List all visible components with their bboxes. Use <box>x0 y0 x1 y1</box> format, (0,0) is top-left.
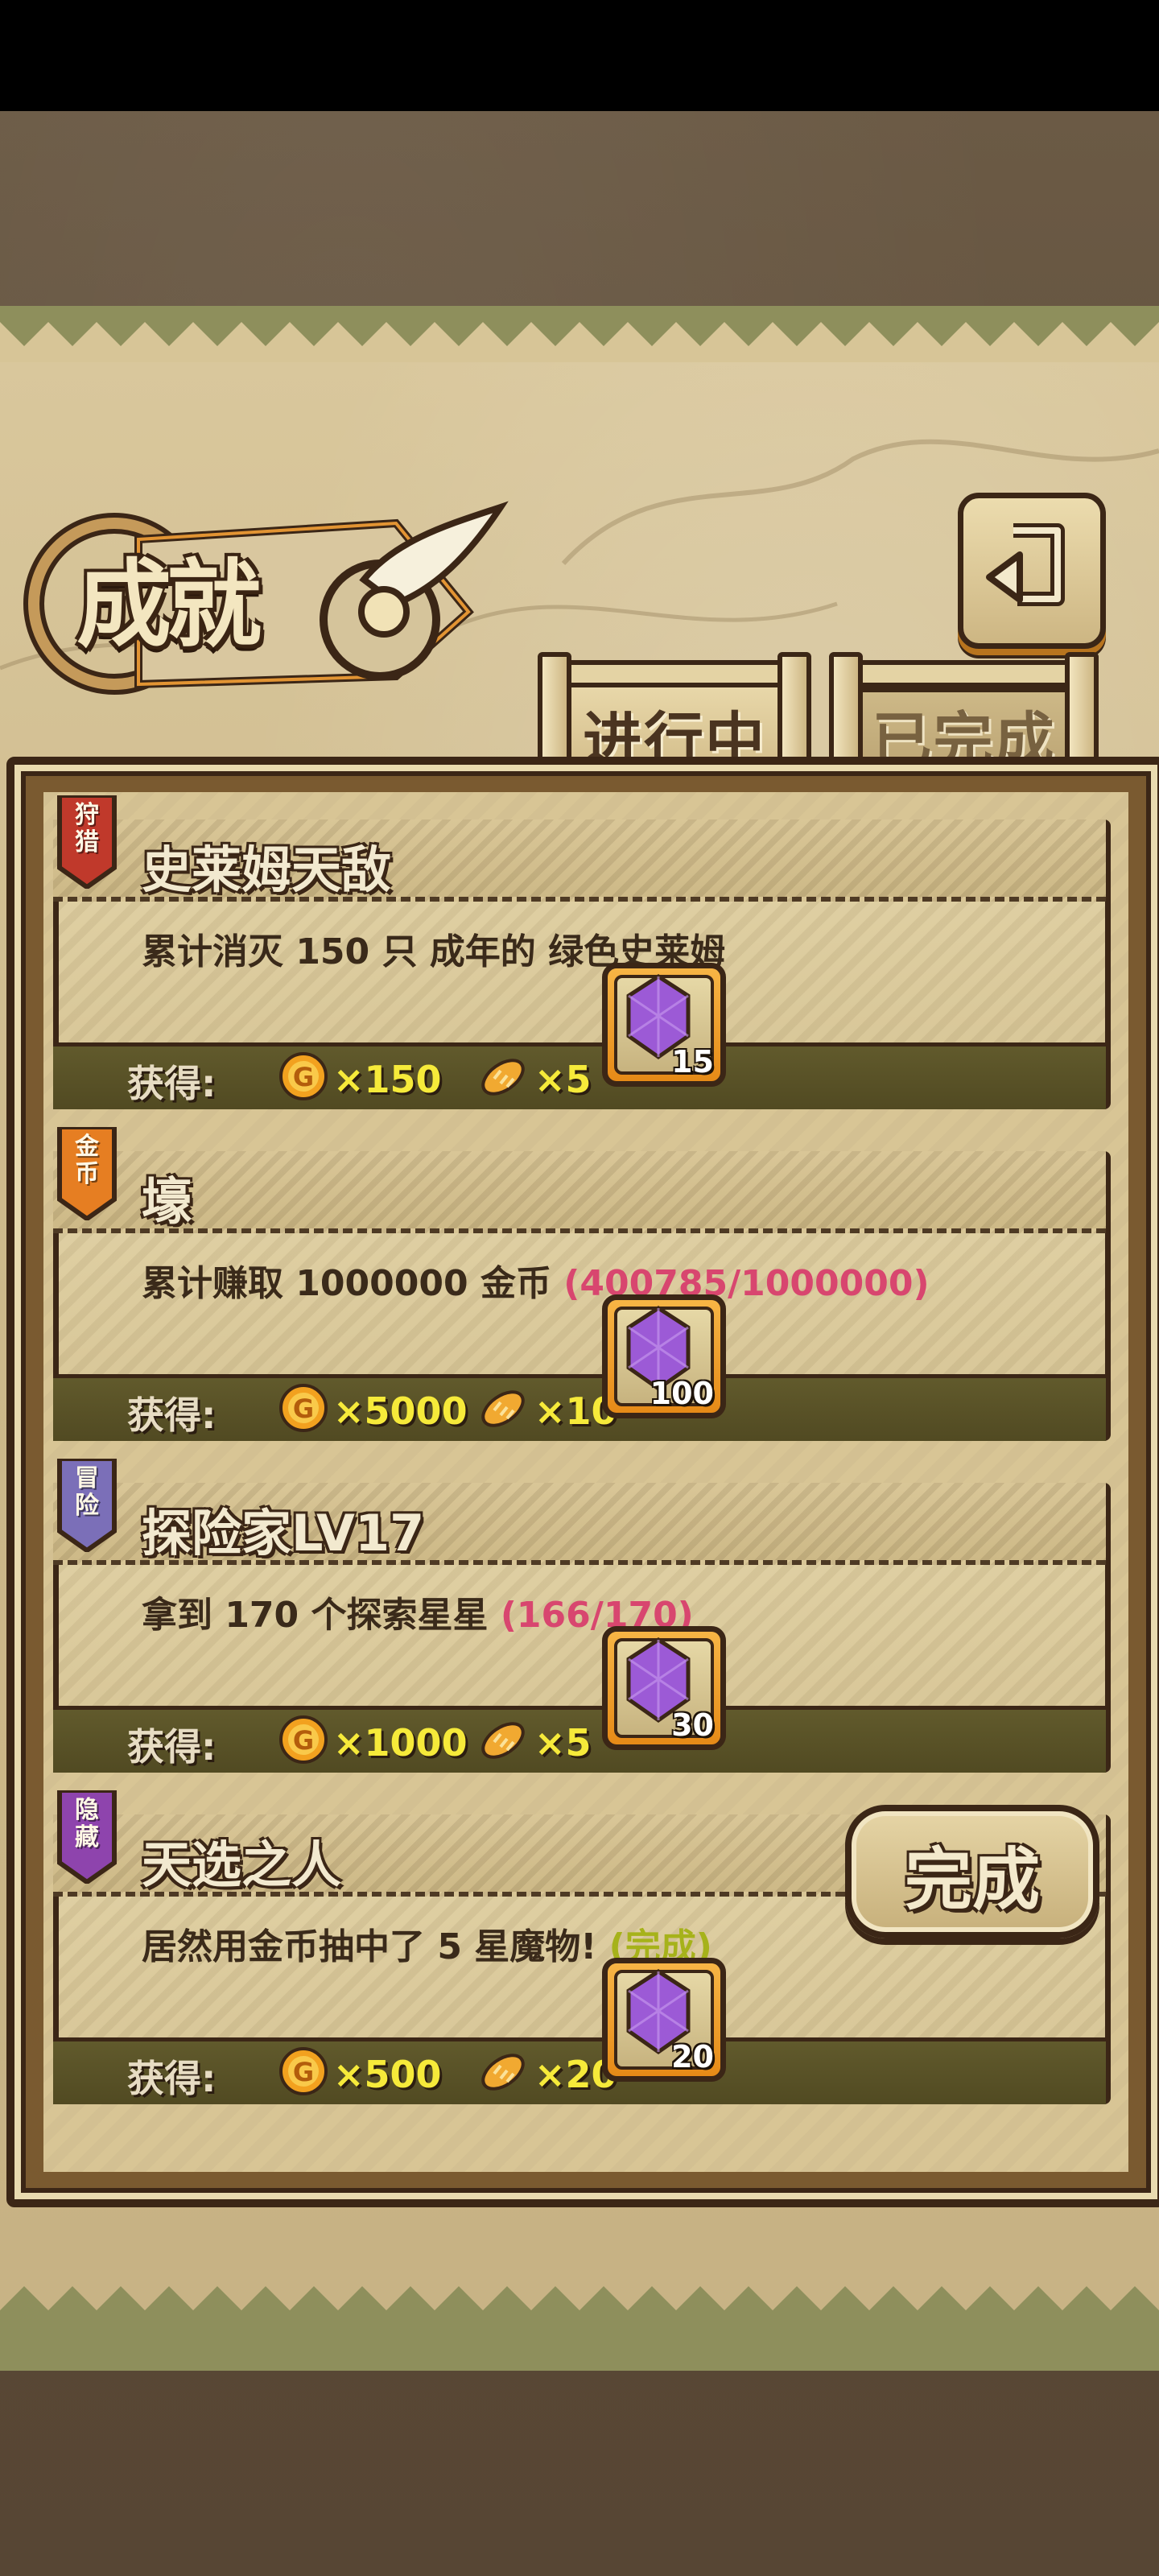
reward-label: 获得: <box>127 1725 217 1769</box>
svg-text:G: G <box>293 1393 314 1424</box>
category-ribbon <box>57 1790 117 1884</box>
zigzag-bottom <box>0 2270 1159 2310</box>
bread-reward: ×5 <box>534 1721 592 1765</box>
return-arrow-icon <box>986 523 1065 606</box>
bread-icon <box>481 1722 525 1759</box>
reward-label: 获得: <box>127 1062 217 1105</box>
gem-reward: 15 <box>602 963 726 1087</box>
category-ribbon <box>57 1127 117 1220</box>
coin-reward: ×1000 <box>333 1721 468 1765</box>
achievement-card: 狩猎 史莱姆天敌 累计消灭 150 只 成年的 绿色史莱姆 获得: G ×150… <box>48 795 1111 1109</box>
bread-icon <box>481 1059 525 1096</box>
coin-icon: G <box>279 1052 328 1100</box>
gem-count: 30 <box>671 1707 714 1743</box>
claim-complete-button[interactable]: 完成 <box>845 1805 1099 1938</box>
gem-count: 20 <box>671 2039 714 2074</box>
bread-reward: ×5 <box>534 1058 592 1101</box>
category-ribbon <box>57 795 117 889</box>
svg-text:G: G <box>293 1725 314 1756</box>
complete-button-label: 完成 <box>904 1840 1040 1919</box>
tab-in-progress[interactable]: 进行中 <box>538 652 811 781</box>
gem-reward: 30 <box>602 1626 726 1750</box>
coin-reward: ×5000 <box>333 1389 468 1433</box>
achievement-title: 壕 <box>142 1172 192 1231</box>
coin-icon: G <box>279 1384 328 1432</box>
achievement-card: 冒险 探险家LV17 拿到 170 个探索星星 (166/170) 获得: G … <box>48 1459 1111 1773</box>
back-button[interactable] <box>958 493 1106 649</box>
gem-reward: 20 <box>602 1958 726 2082</box>
bread-icon <box>481 2054 525 2091</box>
zigzag-top <box>0 322 1159 362</box>
achievement-title: 天选之人 <box>142 1835 342 1894</box>
svg-text:G: G <box>293 2057 314 2087</box>
achievement-card: 金币 壕 累计赚取 1000000 金币 (400785/1000000) 获得… <box>48 1127 1111 1441</box>
status-bar <box>0 0 1159 111</box>
gem-count: 15 <box>671 1044 714 1080</box>
reward-label: 获得: <box>127 2057 217 2100</box>
tab-completed[interactable]: 已完成 <box>829 652 1099 781</box>
achievement-card: 隐藏 天选之人 居然用金币抽中了 5 星魔物! (完成) 获得: G ×500 … <box>48 1790 1111 2104</box>
coin-reward: ×150 <box>333 1058 442 1101</box>
category-ribbon <box>57 1459 117 1552</box>
reward-label: 获得: <box>127 1393 217 1437</box>
gem-count: 100 <box>650 1376 714 1411</box>
page-title: 成就 <box>76 548 262 660</box>
achievement-description: 累计赚取 1000000 金币 (400785/1000000) <box>142 1263 930 1304</box>
coin-icon: G <box>279 1715 328 1764</box>
gem-reward: 100 <box>602 1294 726 1418</box>
svg-text:G: G <box>293 1062 314 1092</box>
bread-icon <box>481 1390 525 1427</box>
achievement-title: 史莱姆天敌 <box>142 840 392 899</box>
achievement-title: 探险家LV17 <box>142 1504 425 1563</box>
coin-icon: G <box>279 2047 328 2095</box>
coin-reward: ×500 <box>333 2053 442 2096</box>
